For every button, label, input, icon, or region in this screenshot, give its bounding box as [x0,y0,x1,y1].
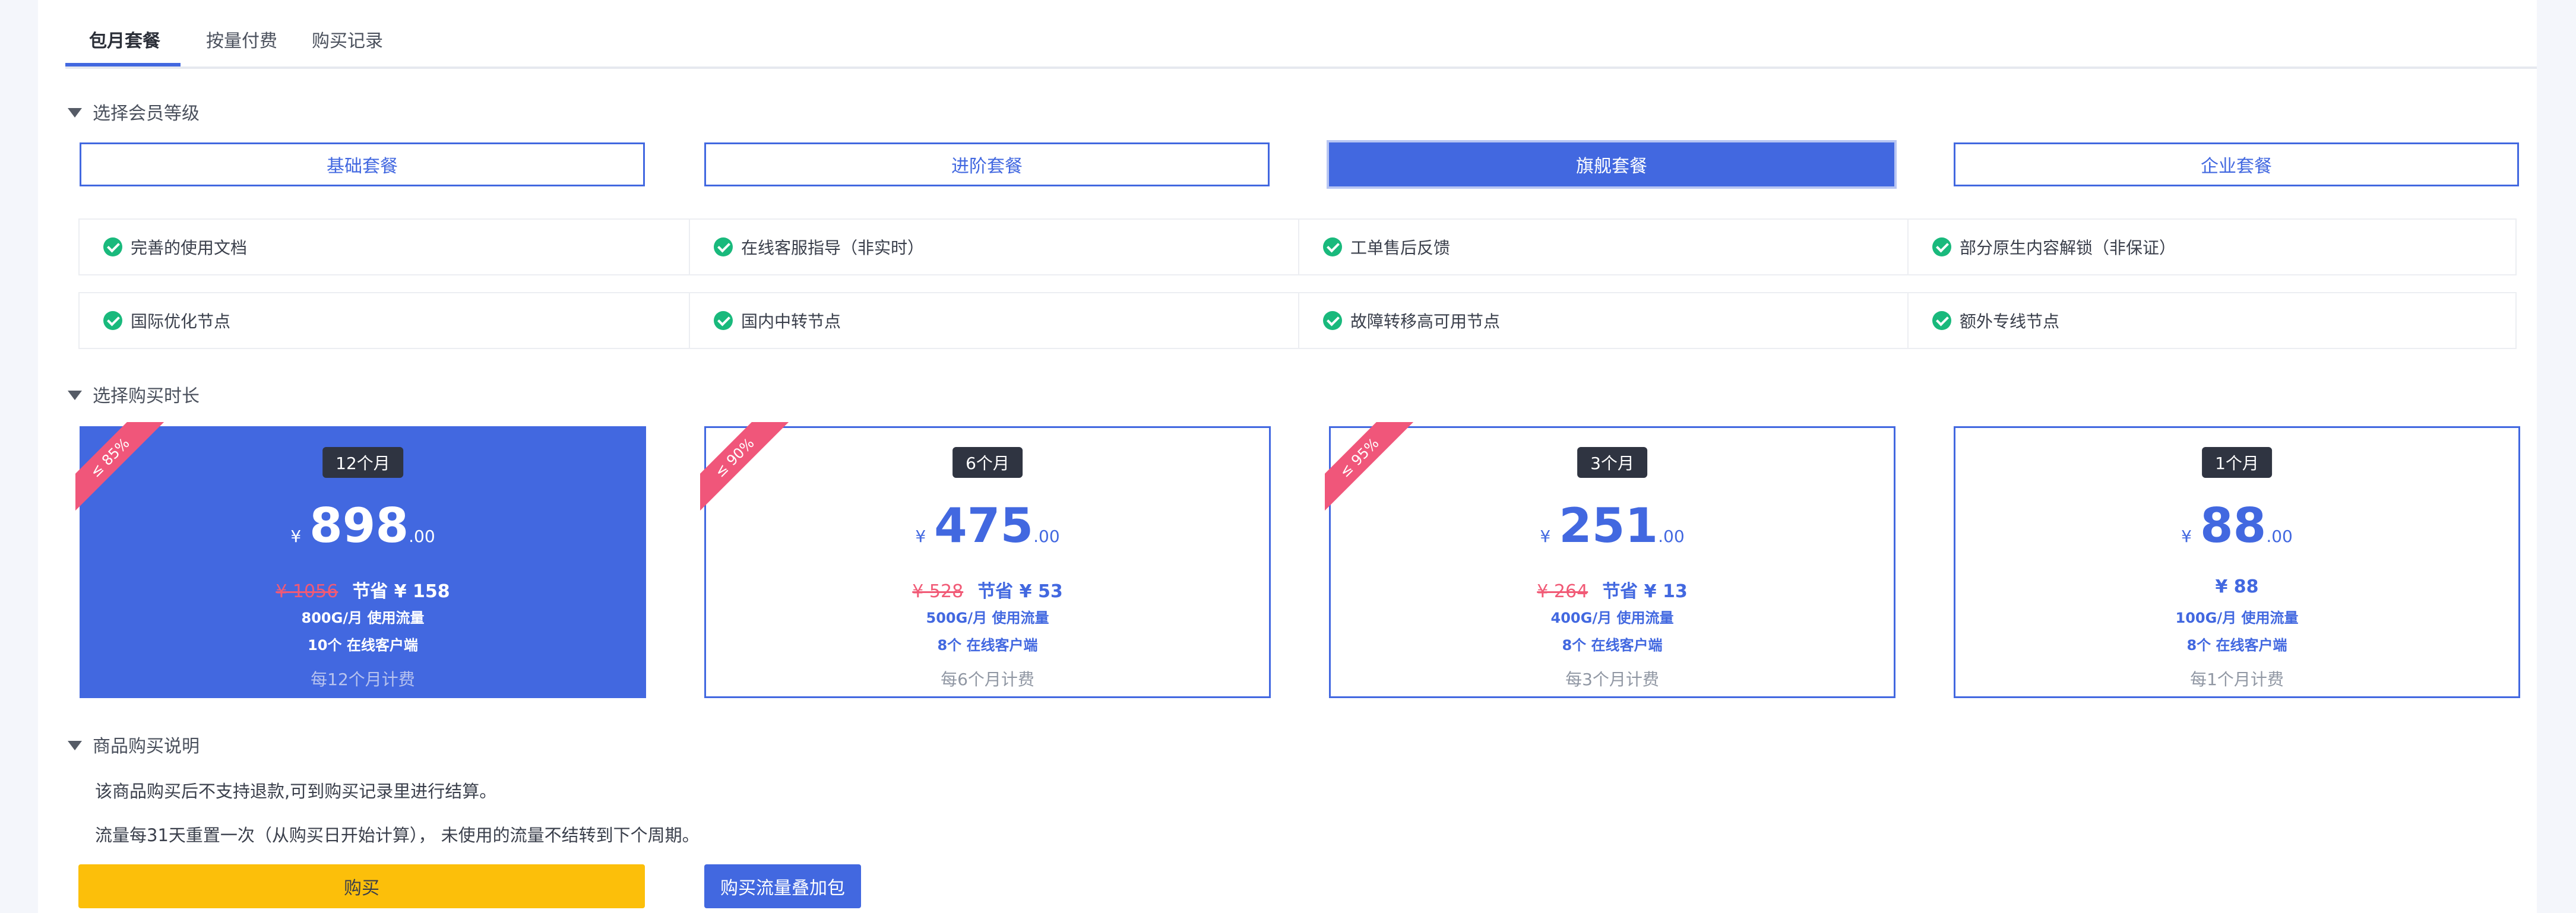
section-level-toggle[interactable]: 选择会员等级 [68,99,200,125]
plan-duration-badge: 6个月 [952,447,1023,478]
plan-price: ¥475.00 [706,498,1269,553]
buy-traffic-pack-button[interactable]: 购买流量叠加包 [704,864,861,908]
feature-row-1: 完善的使用文档 在线客服指导（非实时） 工单售后反馈 部分原生内容解锁（非保证） [78,218,2517,275]
currency-symbol: ¥ [1540,527,1551,546]
original-price: ¥ 1056 [276,581,338,602]
plan-saving: ¥ 528 节省 ¥ 53 [706,576,1269,603]
plan-billing: 每3个月计费 [1565,670,1659,689]
plan-duration-badge: 3个月 [1577,447,1647,478]
tier-basic-button[interactable]: 基础套餐 [80,142,645,186]
purchase-note: 该商品购买后不支持退款,可到购买记录里进行结算。 [95,781,497,801]
feature-label: 完善的使用文档 [131,238,248,258]
feature-item: 完善的使用文档 [80,220,247,274]
plan-price: ¥88.00 [1955,498,2518,553]
plan-traffic: 400G/月 使用流量 [1550,610,1674,626]
check-circle-icon [714,311,733,330]
buy-button[interactable]: 购买 [78,864,645,908]
active-tab-indicator [65,63,181,66]
plan-card-12-months[interactable]: ≤ 85% 12个月 ¥898.00 ¥ 1056 节省 ¥ 158 800G/月… [75,422,646,698]
plan-traffic: 800G/月 使用流量 [301,610,425,626]
plan-traffic: 100G/月 使用流量 [2175,610,2299,626]
check-circle-icon [103,237,122,256]
plan-saving: ¥ 88 [1955,576,2518,597]
feature-item: 部分原生内容解锁（非保证） [1909,220,2176,274]
section-notes-toggle[interactable]: 商品购买说明 [68,731,200,757]
price-cents: .00 [1658,527,1685,546]
price-cents: .00 [1033,527,1060,546]
plan-billing: 每12个月计费 [311,670,415,689]
section-level-title: 选择会员等级 [93,103,200,124]
caret-down-icon [68,390,82,400]
feature-item: 国内中转节点 [690,293,841,348]
plan-clients: 8个 在线客户端 [1562,637,1663,654]
feature-label: 额外专线节点 [1960,312,2060,331]
saving-text: ¥ 88 [2215,576,2259,597]
plan-clients: 8个 在线客户端 [2186,637,2287,654]
price-integer: 475 [934,498,1034,553]
feature-item: 国际优化节点 [80,293,230,348]
price-integer: 251 [1559,498,1659,553]
check-circle-icon [1323,237,1342,256]
plan-saving: ¥ 264 节省 ¥ 13 [1331,576,1894,603]
check-circle-icon [1323,311,1342,330]
plan-card-6-months[interactable]: ≤ 90% 6个月 ¥475.00 ¥ 528 节省 ¥ 53 500G/月 使用… [700,422,1271,698]
section-notes-title: 商品购买说明 [93,736,200,757]
saving-text: 节省 ¥ 13 [1602,581,1688,602]
price-integer: 88 [2200,498,2267,553]
plan-price: ¥251.00 [1331,498,1894,553]
currency-symbol: ¥ [290,527,302,546]
feature-row-2: 国际优化节点 国内中转节点 故障转移高可用节点 额外专线节点 [78,292,2517,349]
original-price: ¥ 528 [912,581,964,602]
plan-clients: 8个 在线客户端 [937,637,1038,654]
plan-saving: ¥ 1056 节省 ¥ 158 [81,576,644,603]
plan-card-1-month[interactable]: 1个月 ¥88.00 ¥ 88 100G/月 使用流量 8个 在线客户端 每1个… [1954,426,2520,698]
check-circle-icon [1932,311,1951,330]
content-card: 包月套餐 按量付费 购买记录 选择会员等级 基础套餐 进阶套餐 旗舰套餐 企业套… [38,0,2537,913]
caret-down-icon [68,107,82,118]
feature-label: 部分原生内容解锁（非保证） [1960,238,2176,258]
price-cents: .00 [409,527,435,546]
plan-clients: 10个 在线客户端 [308,637,418,654]
plan-duration-badge: 12个月 [322,447,403,478]
tier-advanced-button[interactable]: 进阶套餐 [704,142,1270,186]
feature-item: 工单售后反馈 [1299,220,1450,274]
plan-price: ¥898.00 [81,498,644,553]
feature-item: 故障转移高可用节点 [1299,293,1500,348]
tab-monthly[interactable]: 包月套餐 [89,26,160,52]
check-circle-icon [103,311,122,330]
feature-item: 额外专线节点 [1909,293,2059,348]
section-duration-title: 选择购买时长 [93,386,200,407]
tier-flagship-button[interactable]: 旗舰套餐 [1329,142,1894,186]
feature-item: 在线客服指导（非实时） [690,220,924,274]
feature-label: 国际优化节点 [131,312,231,331]
tab-bar: 包月套餐 按量付费 购买记录 [65,14,2537,69]
original-price: ¥ 264 [1537,581,1588,602]
feature-label: 工单售后反馈 [1350,238,1451,258]
plan-duration-badge: 1个月 [2202,447,2272,478]
tier-enterprise-button[interactable]: 企业套餐 [1954,142,2519,186]
currency-symbol: ¥ [915,527,926,546]
plan-card-3-months[interactable]: ≤ 95% 3个月 ¥251.00 ¥ 264 节省 ¥ 13 400G/月 使用… [1325,422,1895,698]
saving-text: 节省 ¥ 53 [977,581,1063,602]
feature-label: 国内中转节点 [741,312,841,331]
plan-billing: 每1个月计费 [2190,670,2284,689]
price-integer: 898 [309,498,409,553]
currency-symbol: ¥ [2181,527,2192,546]
check-circle-icon [1932,237,1951,256]
caret-down-icon [68,740,82,750]
section-duration-toggle[interactable]: 选择购买时长 [68,381,200,407]
purchase-note: 流量每31天重置一次（从购买日开始计算）， 未使用的流量不结转到下个周期。 [95,825,700,845]
tab-pay-as-you-go[interactable]: 按量付费 [206,26,277,52]
feature-label: 在线客服指导（非实时） [741,238,925,258]
tab-purchase-history[interactable]: 购买记录 [312,26,383,52]
price-cents: .00 [2266,527,2293,546]
check-circle-icon [714,237,733,256]
plan-billing: 每6个月计费 [941,670,1034,689]
plan-traffic: 500G/月 使用流量 [926,610,1049,626]
saving-text: 节省 ¥ 158 [352,581,450,602]
feature-label: 故障转移高可用节点 [1350,312,1501,331]
